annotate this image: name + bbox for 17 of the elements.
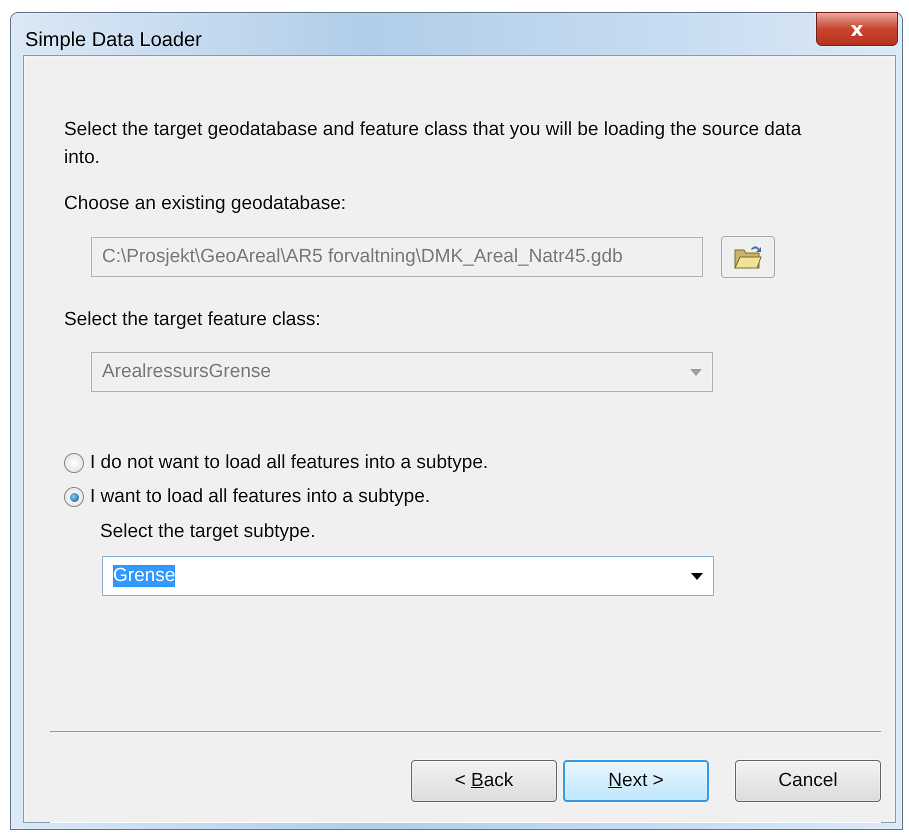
radio-option[interactable]: I want to load all features into a subtype. <box>64 486 815 508</box>
browse-button[interactable] <box>721 236 775 278</box>
radio-button[interactable] <box>64 453 84 473</box>
feature-class-label: Select the target feature class: <box>64 308 322 332</box>
dropdown-arrow-icon <box>691 572 703 580</box>
radio-option[interactable]: I do not want to load all features into a subtype. <box>64 452 815 474</box>
folder-icon <box>733 244 763 270</box>
instruction-text: Select the target geodatabase and feature class that you will be loading the source data into. <box>64 118 802 170</box>
wizard-button[interactable]: Next > <box>563 760 709 802</box>
window-title: Simple Data Loader <box>25 29 202 52</box>
dropdown-arrow-icon <box>690 368 702 376</box>
wizard-button[interactable]: < Back <box>411 760 557 802</box>
wizard-button[interactable]: Cancel <box>735 760 881 802</box>
radio-button[interactable] <box>64 487 84 507</box>
geodatabase-label: Choose an existing geodatabase: <box>64 192 348 216</box>
subtype-label: Select the target subtype. <box>100 520 316 544</box>
close-button[interactable]: x <box>816 12 898 46</box>
